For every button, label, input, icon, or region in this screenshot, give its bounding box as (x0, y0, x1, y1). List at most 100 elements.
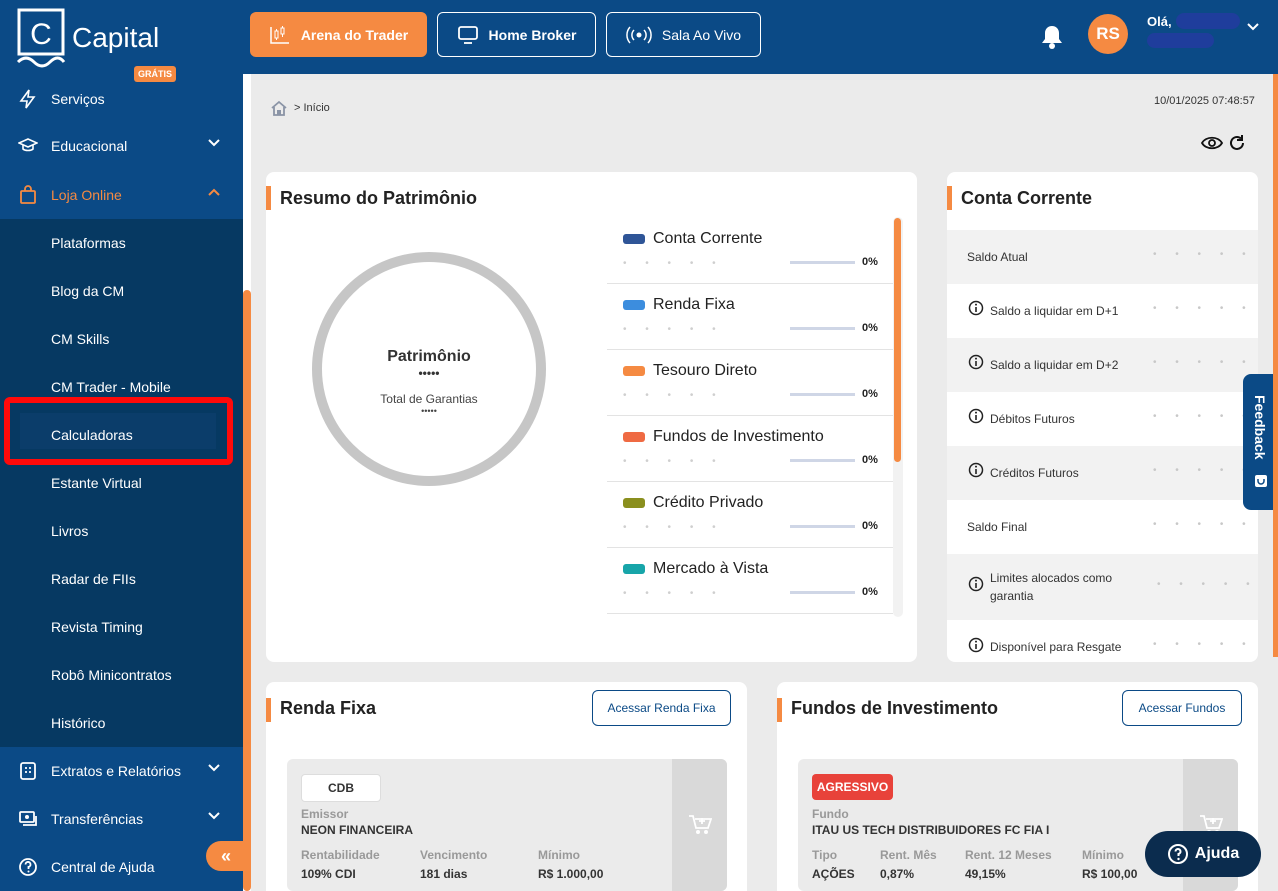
sidebar-scrollbar-thumb[interactable] (243, 290, 251, 891)
conta-corrente-title: Conta Corrente (961, 188, 1093, 208)
shopping-bag-icon (20, 185, 36, 204)
legend-swatch (623, 564, 645, 574)
cc-row-creditos: Créditos Futuros • • • • • (947, 446, 1258, 500)
sala-label: Sala Ao Vivo (661, 26, 742, 43)
rent-12m-label: Rent. 12 Meses (965, 848, 1052, 862)
cc-row-disponivel: Disponível para Resgate • • • • • (947, 620, 1258, 662)
allocation-pct: 0% (862, 454, 878, 466)
sidebar-item-estante-virtual[interactable]: Estante Virtual (0, 459, 243, 507)
sidebar-label: CM Skills (51, 331, 110, 347)
sidebar-label: Blog da CM (51, 283, 125, 299)
refresh-icon[interactable] (1228, 134, 1246, 152)
masked-value: • • • • • (623, 324, 724, 335)
sidebar-item-extratos[interactable]: Extratos e Relatórios (0, 747, 243, 795)
allocation-item-credito-privado: Crédito Privado • • • • • 0% (607, 482, 893, 548)
sidebar-label: Revista Timing (51, 619, 143, 635)
rent-mes-value: 0,87% (880, 867, 915, 881)
legend-swatch (623, 366, 645, 376)
info-icon[interactable] (968, 462, 984, 478)
bell-icon[interactable] (1040, 24, 1064, 50)
sidebar-item-blog[interactable]: Blog da CM (0, 267, 243, 315)
sidebar-item-cm-skills[interactable]: CM Skills (0, 315, 243, 363)
sidebar-item-livros[interactable]: Livros (0, 507, 243, 555)
cc-row-saldo-atual: Saldo Atual • • • • • (947, 230, 1258, 284)
allocation-bar (790, 393, 855, 396)
chevron-down-icon[interactable] (207, 763, 221, 773)
donut-center: Patrimônio ••••• Total de Garantias ••••… (349, 348, 509, 416)
allocation-scrollbar-thumb[interactable] (894, 218, 901, 462)
sidebar-item-plataformas[interactable]: Plataformas (0, 219, 243, 267)
masked-value: • • • • • (623, 522, 724, 533)
acessar-fundos-button[interactable]: Acessar Fundos (1122, 690, 1242, 726)
allocation-bar (790, 591, 855, 594)
info-icon[interactable] (968, 576, 984, 592)
info-icon[interactable] (968, 354, 984, 370)
gratis-badge: GRÁTIS (134, 66, 177, 82)
user-avatar[interactable]: RS (1088, 14, 1128, 54)
chevron-down-icon[interactable] (1246, 22, 1260, 32)
arena-do-trader-button[interactable]: Arena do Trader (250, 12, 427, 57)
sidebar-label: Educacional (51, 138, 128, 154)
breadcrumb: > Início (270, 100, 330, 116)
sidebar-item-servicos[interactable]: Serviços (0, 75, 243, 123)
cc-row-label: Limites alocados como (990, 571, 1113, 585)
sidebar-item-educacional[interactable]: Educacional (0, 122, 243, 170)
arena-label: Arena do Trader (300, 26, 409, 43)
allocation-pct: 0% (862, 388, 878, 400)
sidebar-item-robo-minicontratos[interactable]: Robô Minicontratos (0, 651, 243, 699)
collapse-sidebar-button[interactable]: « (206, 841, 246, 871)
masked-value: • • • • • (1153, 519, 1254, 530)
sidebar-item-historico[interactable]: Histórico (0, 699, 243, 747)
add-to-cart-icon (688, 815, 712, 834)
allocation-item-conta-corrente: Conta Corrente • • • • • 0% (607, 218, 893, 284)
chevron-down-icon[interactable] (207, 811, 221, 821)
sidebar-label: Transferências (51, 811, 144, 827)
home-icon[interactable] (270, 100, 288, 116)
chevron-down-icon[interactable] (207, 138, 221, 148)
report-icon (20, 762, 36, 780)
cc-row-label: Disponível para Resgate (990, 640, 1122, 654)
page-scrollbar-thumb[interactable] (1273, 74, 1278, 657)
allocation-item-fundos: Fundos de Investimento • • • • • 0% (607, 416, 893, 482)
info-icon[interactable] (968, 637, 984, 653)
calculadoras-highlight-box (4, 397, 233, 465)
card-accent (777, 698, 782, 722)
fundo-minimo-value: R$ 100,00 (1082, 867, 1138, 881)
acessar-renda-fixa-button[interactable]: Acessar Renda Fixa (592, 690, 731, 726)
agressivo-tag: AGRESSIVO (812, 774, 893, 800)
emissor-value: NEON FINANCEIRA (301, 823, 414, 837)
capital-logo-icon: C (16, 8, 66, 68)
legend-swatch (623, 234, 645, 244)
sidebar-item-radar-fiis[interactable]: Radar de FIIs (0, 555, 243, 603)
home-broker-button[interactable]: Home Broker (437, 12, 596, 57)
eye-icon[interactable] (1201, 135, 1223, 151)
sidebar-item-loja-online[interactable]: Loja Online (0, 171, 243, 219)
rentabilidade-value: 109% CDI (301, 867, 356, 881)
legend-swatch (623, 498, 645, 508)
logo[interactable]: C Capital (16, 8, 159, 68)
allocation-item-tesouro-direto: Tesouro Direto • • • • • 0% (607, 350, 893, 416)
cdb-tag: CDB (301, 774, 381, 802)
sidebar-label: Livros (51, 523, 89, 539)
svg-text:C: C (30, 18, 52, 51)
brand-name: Capital (72, 22, 160, 53)
allocation-pct: 0% (862, 256, 878, 268)
allocation-name: Fundos de Investimento (653, 428, 824, 445)
info-icon[interactable] (968, 408, 984, 424)
feedback-icon (1255, 475, 1267, 487)
rentabilidade-label: Rentabilidade (301, 848, 380, 862)
sala-ao-vivo-button[interactable]: Sala Ao Vivo (606, 12, 761, 57)
sidebar-label: Radar de FIIs (51, 571, 136, 587)
allocation-name: Mercado à Vista (653, 560, 769, 577)
info-icon[interactable] (968, 300, 984, 316)
sidebar-label: Central de Ajuda (51, 859, 155, 875)
cart-area[interactable] (672, 759, 727, 891)
ajuda-button[interactable]: Ajuda (1145, 831, 1261, 877)
home-broker-label: Home Broker (488, 26, 577, 43)
sidebar-item-revista-timing[interactable]: Revista Timing (0, 603, 243, 651)
legend-swatch (623, 300, 645, 310)
transfer-icon (19, 811, 37, 826)
chevron-up-icon[interactable] (207, 187, 221, 197)
sidebar-item-transferencias[interactable]: Transferências (0, 795, 243, 843)
allocation-pct: 0% (862, 322, 878, 334)
